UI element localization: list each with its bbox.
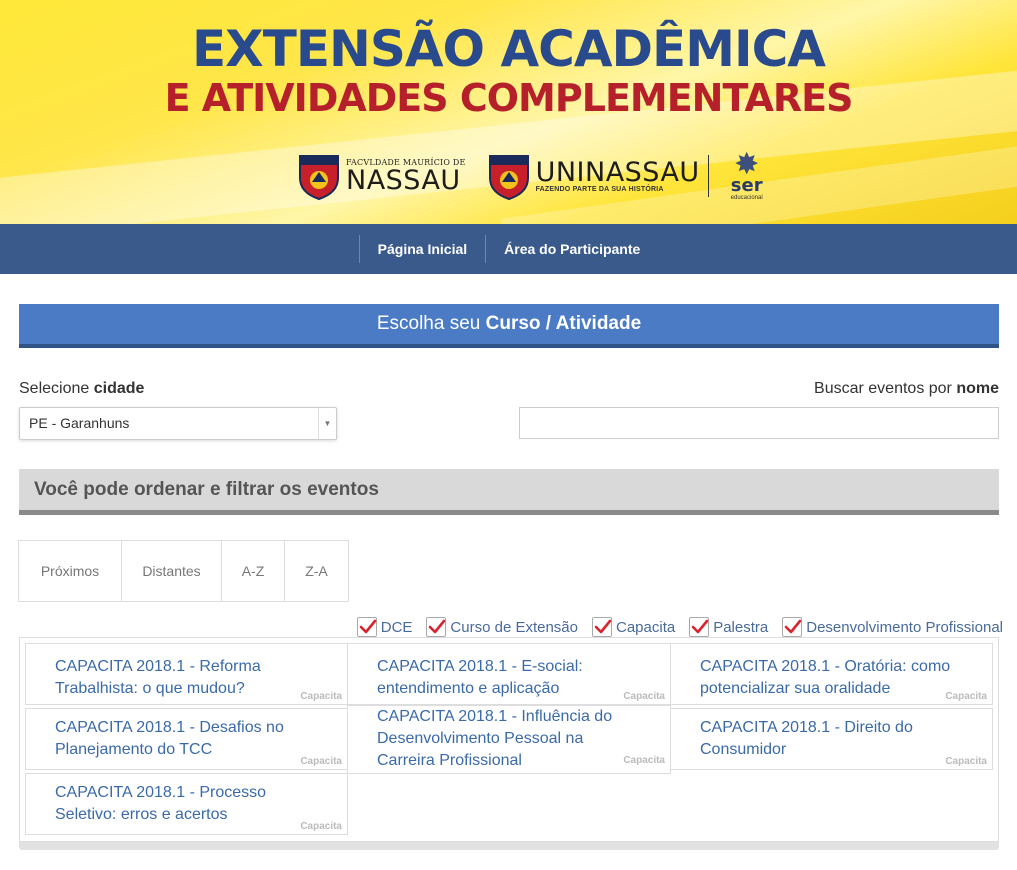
sort-upcoming-button[interactable]: Próximos <box>19 541 122 601</box>
logo2-tagline: FAZENDO PARTE DA SUA HISTÓRIA <box>535 186 664 193</box>
banner-title: EXTENSÃO ACADÊMICA <box>192 20 826 78</box>
nav-item-participant-area[interactable]: Área do Participante <box>486 241 658 257</box>
event-category-tag: Capacita <box>623 755 665 766</box>
sort-button-group: Próximos Distantes A-Z Z-A <box>18 540 349 602</box>
logo-mauricio-de-nassau: FACVLDADE MAURÍCIO DE NASSAU <box>298 152 466 200</box>
checkbox[interactable] <box>356 617 377 637</box>
checkbox[interactable] <box>426 617 447 637</box>
logo3-small-text: educacional <box>730 194 763 201</box>
event-card[interactable]: CAPACITA 2018.1 - Oratória: como potenci… <box>670 643 993 705</box>
search-input[interactable] <box>519 407 999 439</box>
search-label: Buscar eventos por nome <box>814 380 999 398</box>
search-label-bold: nome <box>956 380 999 397</box>
logo-ser-educacional: ✸ ser educacional <box>727 148 767 201</box>
logo-uninassau: UNINASSAU FAZENDO PARTE DA SUA HISTÓRIA <box>488 152 709 200</box>
filter-curso-de-extensao[interactable]: Curso de Extensão <box>426 617 578 637</box>
filter-label[interactable]: Palestra <box>713 619 768 636</box>
filter-label[interactable]: Curso de Extensão <box>450 619 578 636</box>
partner-logos: FACVLDADE MAURÍCIO DE NASSAU UNINASSAU F… <box>298 146 767 206</box>
checkmark-icon <box>784 619 802 634</box>
checkbox[interactable] <box>689 617 710 637</box>
sort-a-z-button[interactable]: A-Z <box>222 541 285 601</box>
filter-dce[interactable]: DCE <box>356 617 413 637</box>
logo3-text: ser <box>730 175 763 197</box>
event-title[interactable]: CAPACITA 2018.1 - Desafios no Planejamen… <box>55 717 284 761</box>
banner: EXTENSÃO ACADÊMICA E ATIVIDADES COMPLEME… <box>0 0 1017 224</box>
search-label-prefix: Buscar eventos por <box>814 380 957 397</box>
event-category-tag: Capacita <box>623 691 665 702</box>
nav-item-home[interactable]: Página Inicial <box>360 241 485 257</box>
sort-z-a-button[interactable]: Z-A <box>285 541 348 601</box>
logo2-big-text: UNINASSAU <box>535 157 700 188</box>
checkbox[interactable] <box>592 617 612 637</box>
event-category-tag: Capacita <box>300 821 342 832</box>
filter-label[interactable]: DCE <box>381 619 413 636</box>
event-title[interactable]: CAPACITA 2018.1 - Processo Seletivo: err… <box>55 782 266 826</box>
filter-label[interactable]: Desenvolvimento Profissional <box>806 619 1003 636</box>
event-card[interactable]: CAPACITA 2018.1 - Influência do Desenvol… <box>347 705 671 774</box>
checkmark-icon <box>691 619 709 634</box>
section-header-bold: Curso / Atividade <box>485 313 642 334</box>
city-select[interactable]: PE - Garanhuns ▼ <box>19 407 337 440</box>
event-card[interactable]: CAPACITA 2018.1 - E-social: entendimento… <box>347 643 671 705</box>
shield-icon <box>298 152 340 200</box>
event-category-tag: Capacita <box>945 691 987 702</box>
event-card[interactable]: CAPACITA 2018.1 - Reforma Trabalhista: o… <box>25 643 348 705</box>
event-category-tag: Capacita <box>300 756 342 767</box>
checkmark-icon <box>429 619 446 634</box>
category-filters: DCE Curso de Extensão Capacita Palestra … <box>343 616 1003 638</box>
event-title[interactable]: CAPACITA 2018.1 - E-social: entendimento… <box>377 656 583 700</box>
banner-subtitle: E ATIVIDADES COMPLEMENTARES <box>164 76 854 120</box>
section-header-prefix: Escolha seu <box>376 313 486 334</box>
event-title[interactable]: CAPACITA 2018.1 - Influência do Desenvol… <box>377 706 612 772</box>
sort-distant-button[interactable]: Distantes <box>122 541 222 601</box>
logo1-big-text: NASSAU <box>346 164 461 196</box>
logo-divider <box>707 155 709 197</box>
main-nav: Página Inicial Área do Participante <box>0 224 1017 274</box>
city-label-prefix: Selecione <box>19 380 94 397</box>
city-label-bold: cidade <box>93 380 145 397</box>
event-title[interactable]: CAPACITA 2018.1 - Reforma Trabalhista: o… <box>55 656 261 700</box>
city-label: Selecione cidade <box>19 380 144 398</box>
star-icon: ✸ <box>734 148 760 182</box>
order-filter-header: Você pode ordenar e filtrar os eventos <box>19 469 999 515</box>
event-card[interactable]: CAPACITA 2018.1 - Direito do Consumidor … <box>670 708 993 770</box>
event-category-tag: Capacita <box>300 691 342 702</box>
event-title[interactable]: CAPACITA 2018.1 - Direito do Consumidor <box>700 717 913 761</box>
section-header: Escolha seu Curso / Atividade <box>19 304 999 348</box>
filter-palestra[interactable]: Palestra <box>689 617 768 637</box>
events-grid: CAPACITA 2018.1 - Reforma Trabalhista: o… <box>19 637 999 842</box>
chevron-down-icon[interactable]: ▼ <box>318 408 336 439</box>
grid-bottom-shadow <box>19 842 999 850</box>
filter-desenvolvimento-profissional[interactable]: Desenvolvimento Profissional <box>782 617 1003 637</box>
event-card[interactable]: CAPACITA 2018.1 - Processo Seletivo: err… <box>25 773 348 835</box>
checkmark-icon <box>594 619 612 634</box>
checkbox[interactable] <box>782 617 803 637</box>
event-title[interactable]: CAPACITA 2018.1 - Oratória: como potenci… <box>700 656 950 700</box>
shield-icon <box>488 152 530 200</box>
checkmark-icon <box>359 619 377 634</box>
filter-capacita[interactable]: Capacita <box>592 617 675 637</box>
city-select-value: PE - Garanhuns <box>29 415 130 431</box>
event-card[interactable]: CAPACITA 2018.1 - Desafios no Planejamen… <box>25 708 348 770</box>
filter-label[interactable]: Capacita <box>616 619 675 636</box>
event-category-tag: Capacita <box>945 756 987 767</box>
